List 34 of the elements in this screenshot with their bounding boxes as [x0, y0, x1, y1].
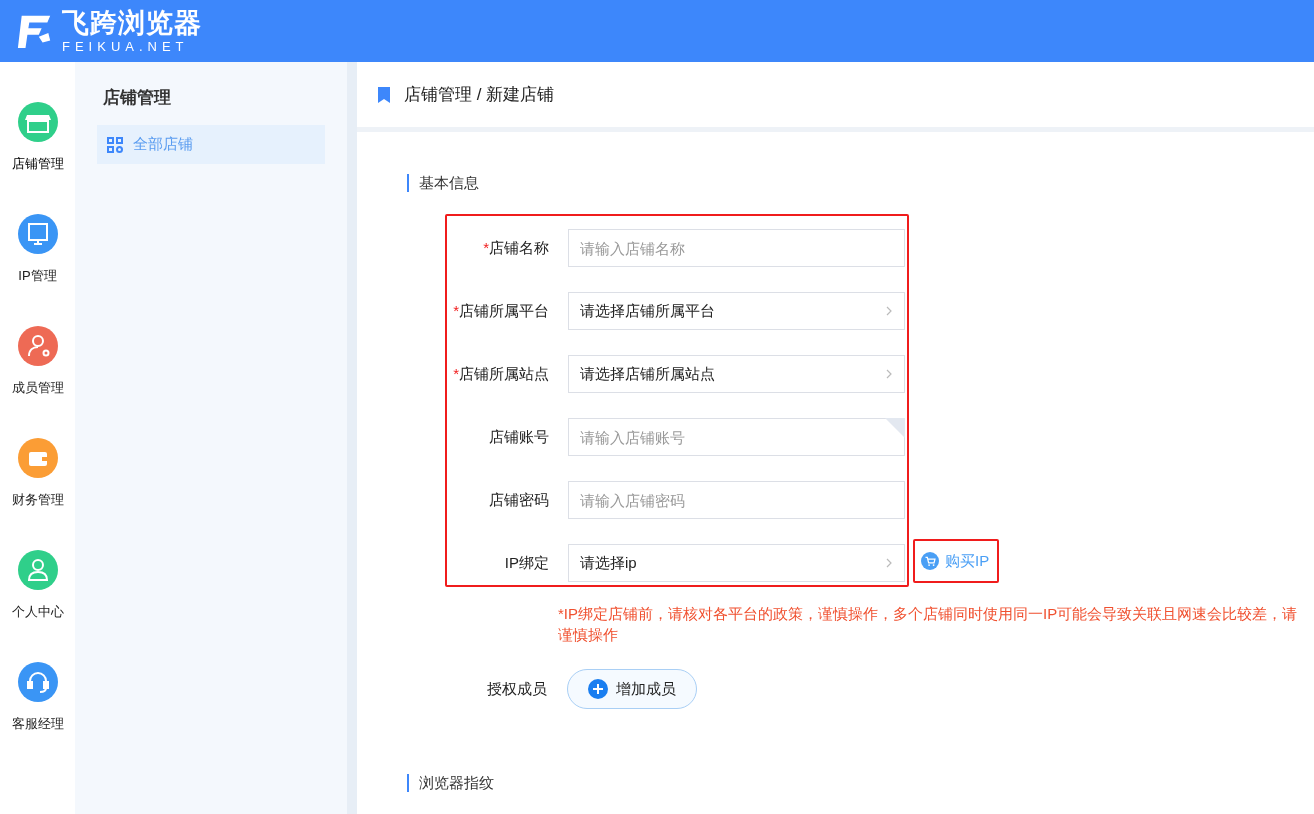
select-field[interactable]: 请选择ip: [568, 544, 905, 582]
nav-item[interactable]: 客服经理: [11, 662, 64, 733]
cart-icon: [921, 552, 939, 570]
field-label: *店铺名称: [482, 238, 549, 258]
field-label: *店铺所属站点: [452, 364, 549, 384]
select-field[interactable]: 请选择店铺所属平台: [568, 292, 905, 330]
input-field[interactable]: 请输入店铺密码: [568, 481, 905, 519]
logo-title: 飞跨浏览器: [62, 9, 202, 37]
field-label: *店铺所属平台: [452, 301, 549, 321]
nav-item[interactable]: IP管理: [17, 214, 58, 285]
chevron-right-icon: [886, 369, 892, 379]
select-field[interactable]: 请选择店铺所属站点: [568, 355, 905, 393]
field-label: 店铺账号: [488, 427, 549, 447]
bookmark-icon: [378, 86, 390, 103]
add-member-button[interactable]: 增加成员: [567, 669, 697, 709]
nav-item[interactable]: 店铺管理: [11, 102, 64, 173]
nav-item[interactable]: 财务管理: [11, 438, 64, 509]
field-label: 店铺密码: [488, 490, 549, 510]
section-title: 浏览器指纹: [407, 774, 1314, 792]
field-label: IP绑定: [503, 553, 549, 573]
nav-item[interactable]: 个人中心: [11, 550, 64, 621]
sidebar-title: 店铺管理: [103, 87, 172, 109]
breadcrumb: 店铺管理 / 新建店铺: [404, 84, 555, 106]
chevron-right-icon: [886, 306, 892, 316]
warning-text: *IP绑定店铺前，请核对各平台的政策，谨慎操作，多个店铺同时使用同一IP可能会导致关联且网速会比较差，请谨慎操作: [558, 604, 1299, 645]
nav-item[interactable]: 成员管理: [11, 326, 64, 397]
chevron-right-icon: [886, 558, 892, 568]
logo-subtitle: FEIKUA.NET: [62, 39, 190, 53]
plus-icon: [588, 679, 608, 699]
input-field[interactable]: 请输入店铺账号: [568, 418, 905, 456]
section-title: 基本信息: [407, 174, 1314, 192]
input-field[interactable]: 请输入店铺名称: [568, 229, 905, 267]
grid-icon: [107, 136, 123, 153]
field-label: 授权成员: [486, 679, 547, 699]
